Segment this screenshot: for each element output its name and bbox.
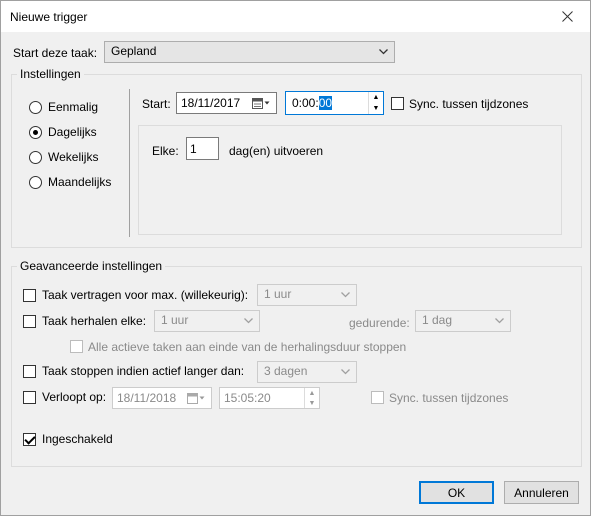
chevron-down-icon: [244, 311, 253, 331]
expire-time-value: 15:05:20: [224, 391, 271, 405]
repeat-label: Taak herhalen elke:: [42, 314, 147, 328]
spin-up-icon[interactable]: ▲: [305, 388, 319, 398]
duration-dropdown[interactable]: 1 dag: [415, 310, 511, 332]
cancel-button[interactable]: Annuleren: [504, 481, 579, 504]
calendar-icon: [252, 98, 270, 109]
close-icon: [561, 11, 573, 22]
chevron-down-icon: [341, 362, 350, 382]
spin-down-icon[interactable]: ▼: [305, 398, 319, 408]
window-title: Nieuwe trigger: [10, 10, 88, 24]
sync-timezones-label: Sync. tussen tijdzones: [409, 97, 529, 111]
stop-task-label: Taak stoppen indien actief langer dan:: [42, 364, 245, 378]
ok-button[interactable]: OK: [419, 481, 494, 504]
start-time-spinner[interactable]: ▲ ▼: [368, 92, 383, 114]
settings-group-label: Instellingen: [17, 67, 84, 81]
spin-up-icon[interactable]: ▲: [369, 92, 383, 103]
radio-dagelijks-label: Dagelijks: [48, 125, 97, 139]
start-label: Start:: [142, 97, 171, 111]
radio-dagelijks[interactable]: [29, 126, 42, 139]
start-time-selected: 00: [318, 96, 333, 110]
every-days-input[interactable]: 1: [186, 137, 219, 160]
calendar-icon: [187, 393, 205, 404]
delay-value: 1 uur: [264, 287, 292, 301]
expire-sync-checkbox[interactable]: [371, 391, 384, 404]
dialog-window: Nieuwe trigger Start deze taak: Gepland …: [0, 0, 591, 516]
enabled-label: Ingeschakeld: [42, 432, 113, 446]
vertical-divider: [129, 89, 130, 237]
start-time-prefix: 0:00:: [292, 96, 319, 110]
expire-time-field[interactable]: 15:05:20 ▲ ▼: [219, 387, 320, 409]
start-time-field[interactable]: 0:00:00 ▲ ▼: [285, 91, 384, 115]
duration-label: gedurende:: [349, 316, 410, 330]
enabled-checkbox[interactable]: [23, 433, 36, 446]
radio-wekelijks-label: Wekelijks: [48, 150, 99, 164]
duration-value: 1 dag: [422, 313, 453, 327]
every-days-suffix: dag(en) uitvoeren: [229, 144, 324, 158]
start-date-picker[interactable]: 18/11/2017: [176, 92, 277, 114]
ok-button-label: OK: [447, 485, 466, 500]
spin-down-icon[interactable]: ▼: [369, 103, 383, 114]
delay-label: Taak vertragen voor max. (willekeurig):: [42, 288, 249, 302]
start-time-value: 0:00:00: [292, 96, 333, 110]
cancel-button-label: Annuleren: [514, 485, 569, 500]
title-bar: Nieuwe trigger: [1, 1, 590, 32]
chevron-down-icon: [379, 42, 388, 62]
expire-label: Verloopt op:: [42, 390, 107, 404]
start-date-value: 18/11/2017: [181, 96, 241, 110]
sync-timezones-checkbox[interactable]: [391, 97, 404, 110]
delay-dropdown[interactable]: 1 uur: [257, 284, 357, 306]
radio-maandelijks[interactable]: [29, 176, 42, 189]
radio-wekelijks[interactable]: [29, 151, 42, 164]
expire-date-picker[interactable]: 18/11/2018: [112, 387, 212, 409]
every-days-value: 1: [190, 142, 197, 156]
delay-checkbox[interactable]: [23, 289, 36, 302]
stop-task-value: 3 dagen: [264, 364, 308, 378]
expire-date-value: 18/11/2018: [117, 391, 177, 405]
chevron-down-icon: [341, 285, 350, 305]
start-task-dropdown[interactable]: Gepland: [104, 41, 395, 63]
expire-time-spinner[interactable]: ▲ ▼: [304, 388, 319, 408]
stop-all-label: Alle actieve taken aan einde van de herh…: [88, 340, 407, 354]
radio-eenmalig[interactable]: [29, 101, 42, 114]
every-label: Elke:: [152, 144, 179, 158]
start-task-label: Start deze taak:: [13, 46, 98, 60]
radio-eenmalig-label: Eenmalig: [48, 100, 99, 114]
repeat-dropdown[interactable]: 1 uur: [154, 310, 260, 332]
stop-all-checkbox[interactable]: [70, 340, 83, 353]
advanced-group-label: Geavanceerde instellingen: [17, 259, 166, 273]
repeat-checkbox[interactable]: [23, 315, 36, 328]
repeat-value: 1 uur: [161, 313, 189, 327]
start-task-value: Gepland: [111, 44, 157, 58]
radio-maandelijks-label: Maandelijks: [48, 175, 112, 189]
expire-checkbox[interactable]: [23, 391, 36, 404]
stop-task-dropdown[interactable]: 3 dagen: [257, 361, 357, 383]
stop-task-checkbox[interactable]: [23, 365, 36, 378]
close-button[interactable]: [544, 1, 590, 32]
expire-sync-label: Sync. tussen tijdzones: [389, 391, 509, 405]
chevron-down-icon: [495, 311, 504, 331]
